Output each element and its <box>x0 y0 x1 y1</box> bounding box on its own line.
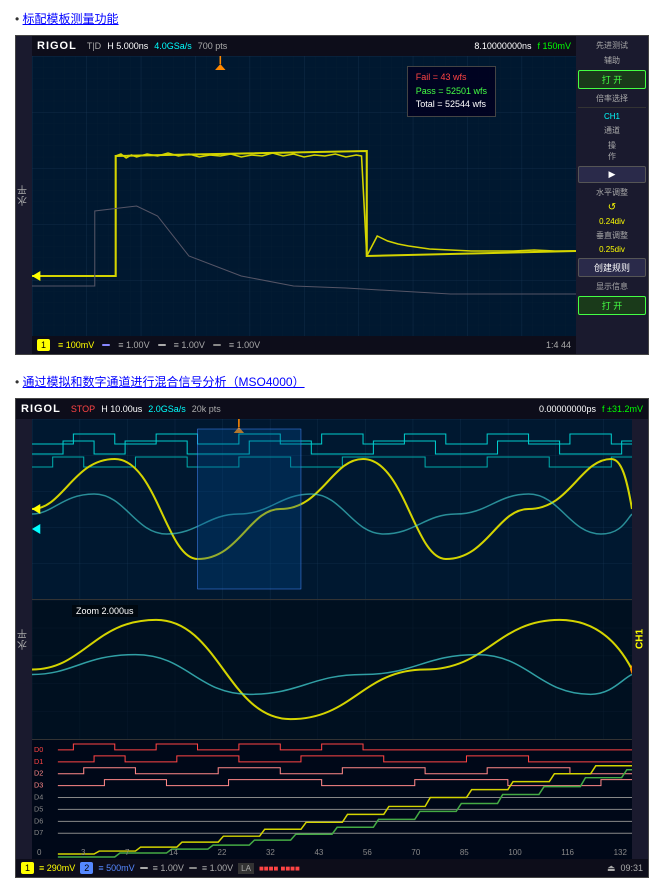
scope2-digital-waveform: D0 D1 D2 D3 D4 D5 <box>32 740 632 859</box>
section1-title: • 标配模板测量功能 <box>15 10 649 27</box>
scope1-ch2-badge <box>102 344 110 346</box>
svg-text:D6: D6 <box>34 817 43 825</box>
scope2-trigger-time: 0.00000000ps <box>539 404 596 414</box>
scope2-lower-display: Zoom 2.000us <box>32 599 632 739</box>
scope1-fail: Fail = 43 wfs <box>416 71 487 85</box>
scope2-ch4-value: ≡ 1.00V <box>202 863 233 873</box>
svg-text:D3: D3 <box>34 782 43 790</box>
scope1-pass: Pass = 52501 wfs <box>416 85 487 99</box>
scope2-voltage: f ±31.2mV <box>602 404 643 414</box>
scope2-upper-display <box>32 419 632 599</box>
scope2-time: 09:31 <box>620 863 643 873</box>
scope2-wrapper: RIGOL STOP H 10.00us 2.0GSa/s 20k pts 0.… <box>15 398 649 878</box>
scope2-left-label: 水平 <box>16 419 32 859</box>
scope1-panel-play[interactable]: ▶ <box>578 166 646 183</box>
scope2-header: RIGOL STOP H 10.00us 2.0GSa/s 20k pts 0.… <box>16 399 648 419</box>
scope1-voltage: f 150mV <box>537 41 571 51</box>
scope1-samplepts: 700 pts <box>198 41 228 51</box>
scope1-panel-h-icon: ↺ <box>578 202 646 213</box>
scope2-content: Zoom 2.000us D0 D1 D2 D3 <box>32 419 632 859</box>
scope2-ch3-badge <box>140 867 148 869</box>
scope2-ch2-value: ≡ 500mV <box>98 863 134 873</box>
scope2-ch1-badge: 1 <box>21 862 34 874</box>
svg-text:D2: D2 <box>34 770 43 778</box>
scope1-ch2-value: ≡ 1.00V <box>118 340 149 350</box>
scope1-status: T|D <box>87 41 101 51</box>
scope2-ch2-badge: 2 <box>80 862 93 874</box>
scope1-main: RIGOL T|D H 5.000ns 4.0GSa/s 700 pts 8.1… <box>32 36 576 354</box>
scope1-wrapper: 水平 RIGOL T|D H 5.000ns 4.0GSa/s 700 pts … <box>15 35 649 355</box>
scope1-panel-show-info: 显示信息 <box>578 281 646 292</box>
scope2-status: STOP <box>71 404 95 414</box>
scope1-samplerate: 4.0GSa/s <box>154 41 192 51</box>
scope1-panel-assist-label: 辅助 <box>578 55 646 66</box>
scope2-logo: RIGOL <box>21 403 61 415</box>
scope2-timebase: H 10.00us <box>101 404 142 414</box>
scope2-upper-waveform <box>32 419 632 599</box>
scope1-total: Total = 52544 wfs <box>416 98 487 112</box>
scope1-panel-open-btn[interactable]: 打 开 <box>578 70 646 89</box>
scope1-ch4-value: ≡ 1.00V <box>229 340 260 350</box>
scope1-panel-channel2: 通道 <box>578 125 646 136</box>
scope1-right-panel: 先进测试 辅助 打 开 倍率选择 CH1 通道 操作 ▶ 水平调整 ↺ 0.24… <box>576 36 648 354</box>
scope1-logo: RIGOL <box>37 40 77 52</box>
svg-text:D5: D5 <box>34 806 43 814</box>
scope1-display: Fail = 43 wfs Pass = 52501 wfs Total = 5… <box>32 56 576 336</box>
scope1-panel-create-rule[interactable]: 创建规则 <box>578 258 646 277</box>
scope1-panel-h-label: 水平调整 <box>578 187 646 198</box>
scope1-panel-section1: 倍率选择 <box>578 93 646 108</box>
svg-text:D1: D1 <box>34 758 43 766</box>
scope1-mask-label: 倍率选择 <box>578 93 646 104</box>
scope1-panel-op-label: 操作 <box>578 140 646 162</box>
scope1-panel-open-btn2[interactable]: 打 开 <box>578 296 646 315</box>
scope2-timescale: 0 3 7 14 22 32 43 56 70 85 100 116 132 <box>32 848 632 857</box>
scope1-panel-h-value: 0.24div <box>578 217 646 226</box>
scope1-ch1-badge: 1 <box>37 339 50 351</box>
scope1-panel-v-label: 垂直调整 <box>578 230 646 241</box>
scope1-time: 1:4 44 <box>546 340 571 350</box>
scope2-ch3-value: ≡ 1.00V <box>153 863 184 873</box>
scope1-trigger-time: 8.10000000ns <box>474 41 531 51</box>
scope1-header: RIGOL T|D H 5.000ns 4.0GSa/s 700 pts 8.1… <box>32 36 576 56</box>
section1-link[interactable]: 标配模板测量功能 <box>23 12 119 26</box>
section2-title: • 通过模拟和数字通道进行混合信号分析（MSO4000） <box>15 373 649 390</box>
scope2-la-indicators: ■■■■ ■■■■ <box>259 864 300 873</box>
scope1-ch1-value: ≡ 100mV <box>58 340 94 350</box>
scope2-inner: 水平 <box>16 419 648 859</box>
scope1-panel-channel: CH1 <box>578 112 646 121</box>
scope1-panel-v-value: 0.25div <box>578 245 646 254</box>
svg-text:D7: D7 <box>34 829 43 837</box>
scope2-la-badge: LA <box>238 863 254 874</box>
scope2-samplepts: 20k pts <box>192 404 221 414</box>
scope2-zoom-label: Zoom 2.000us <box>72 605 138 617</box>
scope2-ch1-value: ≡ 290mV <box>39 863 75 873</box>
scope2-ch4-badge <box>189 867 197 869</box>
scope2-bottom: 1 ≡ 290mV 2 ≡ 500mV ≡ 1.00V ≡ 1.00V LA ■… <box>16 859 648 877</box>
scope1-bottom: 1 ≡ 100mV ≡ 1.00V ≡ 1.00V ≡ 1.00V 1:4 44 <box>32 336 576 354</box>
scope2-digital-channels: D0 D1 D2 D3 D4 D5 <box>32 739 632 859</box>
svg-text:D4: D4 <box>34 794 43 802</box>
scope2-ch1-label: CH1 <box>632 419 648 859</box>
scope1-ch3-value: ≡ 1.00V <box>174 340 205 350</box>
scope2-lower-waveform <box>32 600 632 739</box>
scope1-left-label: 水平 <box>16 36 32 354</box>
scope2-usb-icon: ⏏ <box>607 863 616 874</box>
scope2-samplerate: 2.0GSa/s <box>148 404 186 414</box>
scope1-timebase: H 5.000ns <box>107 41 148 51</box>
scope1-info-box: Fail = 43 wfs Pass = 52501 wfs Total = 5… <box>407 66 496 117</box>
scope1-ch3-badge <box>158 344 166 346</box>
svg-text:D0: D0 <box>34 746 43 754</box>
section2-link[interactable]: 通过模拟和数字通道进行混合信号分析（MSO4000） <box>23 375 305 389</box>
scope1-ch4-badge <box>213 344 221 346</box>
scope1-panel-advanced-label: 先进测试 <box>578 40 646 51</box>
